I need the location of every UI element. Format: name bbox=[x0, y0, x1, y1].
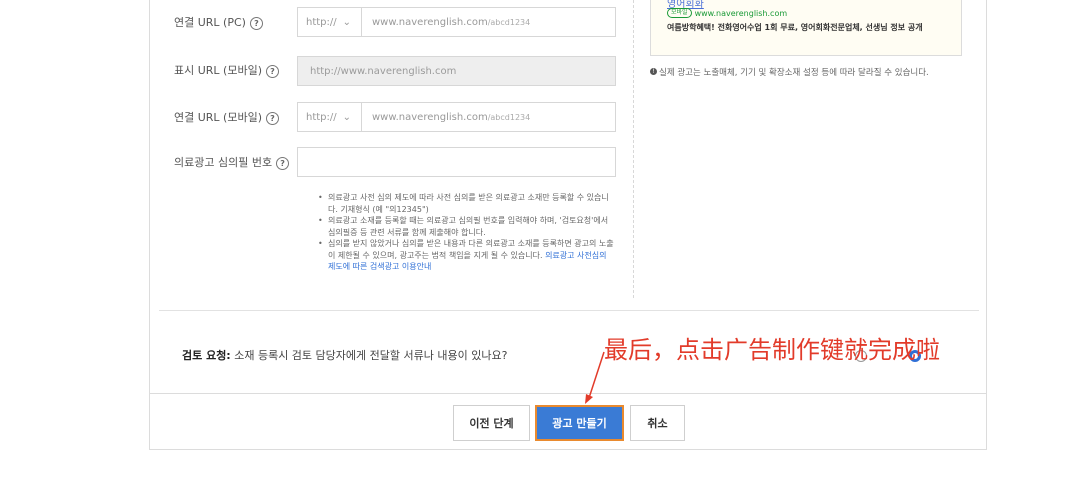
annotation-arrow bbox=[585, 351, 605, 404]
annotation-text: 最后，点击广告制作键就完成啦 bbox=[604, 336, 940, 364]
